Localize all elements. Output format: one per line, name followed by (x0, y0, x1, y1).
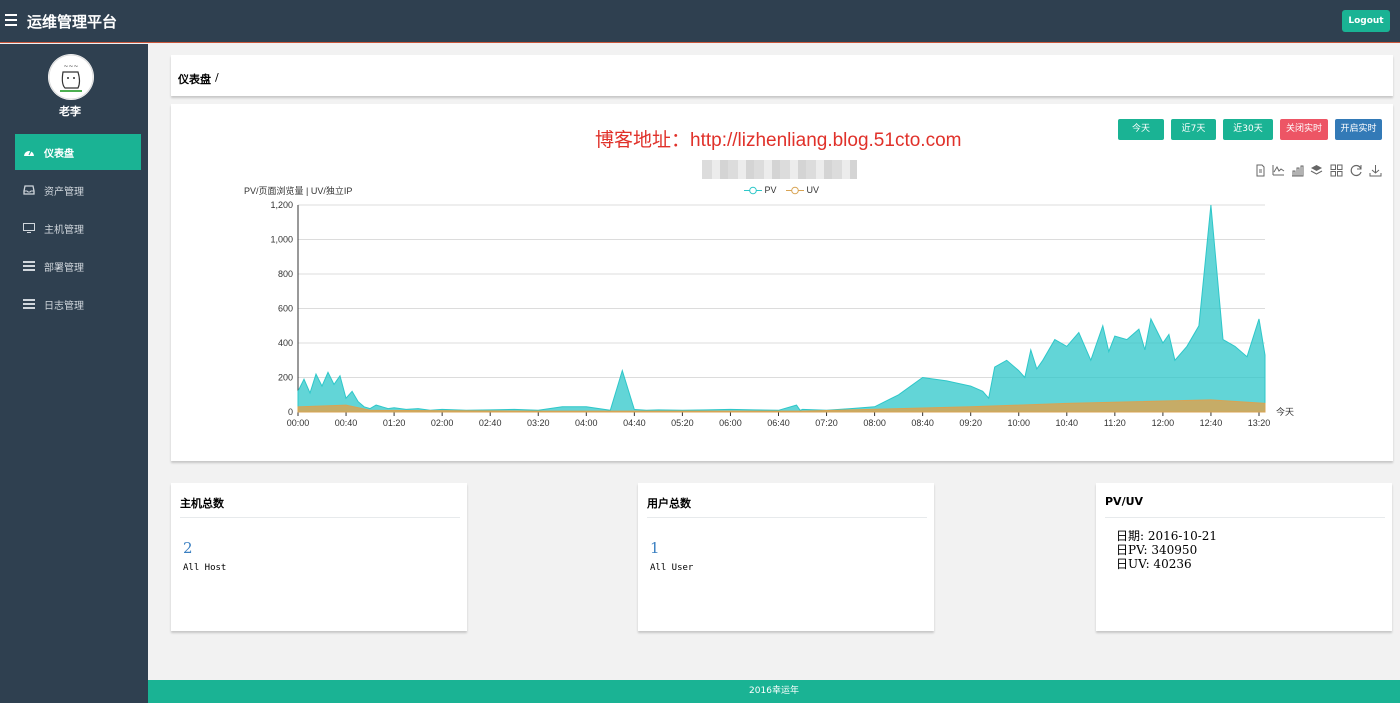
y-tick-label: 800 (278, 269, 293, 279)
pvuv-card: PV/UV 日期: 2016-10-21 日PV: 340950 日UV: 40… (1096, 483, 1392, 631)
y-tick-label: 0 (288, 407, 293, 417)
y-tick-label: 1,200 (270, 200, 293, 210)
x-tick-label: 06:00 (719, 418, 742, 428)
divider (180, 517, 460, 518)
x-axis-name: 今天 (1276, 406, 1294, 417)
pvuv-uv: 日UV: 40236 (1116, 557, 1192, 571)
x-tick-label: 02:40 (479, 418, 502, 428)
x-tick-label: 03:20 (527, 418, 550, 428)
x-tick-label: 12:40 (1200, 418, 1223, 428)
x-tick-label: 00:40 (335, 418, 358, 428)
y-tick-label: 1,000 (270, 235, 293, 245)
footer: 2016幸运年 (148, 680, 1400, 703)
x-tick-label: 12:00 (1152, 418, 1175, 428)
host-count-subtitle: All Host (183, 563, 227, 573)
pvuv-pv: 日PV: 340950 (1116, 543, 1198, 557)
host-count-value: 2 (183, 539, 193, 557)
x-tick-label: 10:00 (1007, 418, 1030, 428)
x-tick-label: 08:00 (863, 418, 886, 428)
x-tick-label: 01:20 (383, 418, 406, 428)
y-tick-label: 400 (278, 338, 293, 348)
host-count-title: 主机总数 (180, 497, 224, 510)
pvuv-date: 日期: 2016-10-21 (1116, 529, 1218, 543)
user-count-subtitle: All User (650, 563, 694, 573)
pvuv-title: PV/UV (1105, 495, 1144, 508)
x-tick-label: 02:00 (431, 418, 454, 428)
y-tick-label: 200 (278, 373, 293, 383)
x-tick-label: 13:20 (1248, 418, 1271, 428)
traffic-chart: 0 200 400 600 800 1,000 1,200 00:00 00:40 01:20 02… (270, 200, 1294, 428)
x-tick-label: 00:00 (287, 418, 310, 428)
host-count-card: 主机总数 2 All Host (171, 483, 467, 631)
divider (1105, 517, 1385, 518)
user-count-title: 用户总数 (647, 497, 691, 510)
divider (647, 517, 927, 518)
x-tick-label: 09:20 (959, 418, 982, 428)
y-tick-label: 600 (278, 304, 293, 314)
user-count-value: 1 (650, 539, 660, 557)
x-tick-label: 10:40 (1056, 418, 1079, 428)
x-tick-label: 11:20 (1104, 418, 1126, 428)
x-tick-label: 04:00 (575, 418, 598, 428)
x-tick-label: 06:40 (767, 418, 790, 428)
pvuv-lines: 日期: 2016-10-21 日PV: 340950 日UV: 40236 (1116, 529, 1217, 571)
x-tick-label: 08:40 (911, 418, 934, 428)
x-tick-label: 07:20 (815, 418, 838, 428)
user-count-card: 用户总数 1 All User (638, 483, 934, 631)
x-tick-label: 04:40 (623, 418, 646, 428)
x-tick-label: 05:20 (671, 418, 694, 428)
